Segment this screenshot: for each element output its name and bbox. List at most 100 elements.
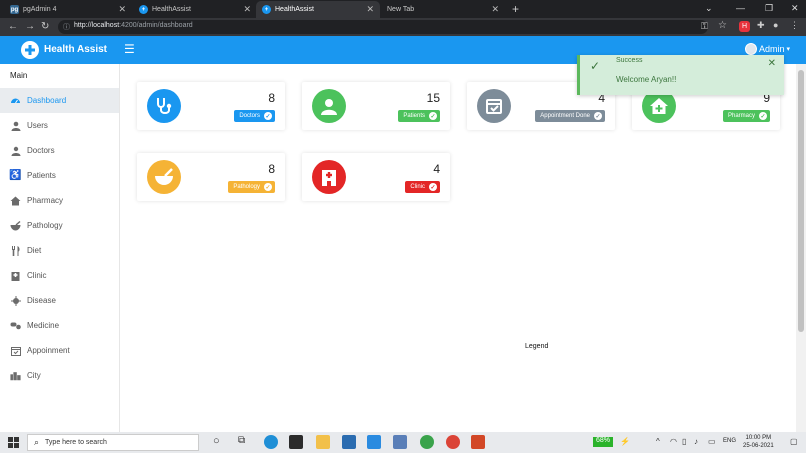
- forward-icon[interactable]: →: [25, 21, 35, 32]
- mortar-icon: [147, 160, 181, 194]
- sidebar-item-label: City: [27, 371, 41, 380]
- address-bar: ← → ↻ ⓘ http://localhost:4200/admin/dash…: [0, 18, 806, 36]
- pharmacy-badge[interactable]: Pharmacy ✓: [722, 110, 770, 122]
- url-input[interactable]: ⓘ http://localhost:4200/admin/dashboard …: [58, 20, 708, 34]
- tab-healthassist-1[interactable]: + HealthAssist ✕: [133, 1, 257, 18]
- check-circle-icon: ✓: [264, 112, 272, 120]
- virus-icon: [10, 295, 21, 306]
- tab-healthassist-active[interactable]: + HealthAssist ✕: [256, 1, 380, 18]
- sidebar-item-clinic[interactable]: Clinic: [0, 263, 119, 288]
- sidebar-item-city[interactable]: City: [0, 363, 119, 388]
- reload-icon[interactable]: ↻: [41, 21, 49, 32]
- globe-icon: +: [139, 5, 148, 14]
- key-icon[interactable]: ⚿: [701, 21, 708, 32]
- profile-icon[interactable]: ●: [773, 20, 778, 30]
- close-icon[interactable]: ✕: [366, 4, 374, 15]
- tab-label: New Tab: [387, 6, 415, 13]
- stat-card-patients[interactable]: 15 Patients ✓: [302, 82, 450, 130]
- system-clock[interactable]: 10:00 PM 25-06-2021: [743, 434, 774, 450]
- new-tab-icon[interactable]: +: [512, 2, 519, 16]
- search-icon: ⌕: [34, 437, 40, 447]
- person-icon: [312, 89, 346, 123]
- volume-icon[interactable]: ♪: [694, 437, 698, 446]
- sidebar-item-patients[interactable]: ♿ Patients: [0, 163, 119, 188]
- clinic-badge[interactable]: Clinic ✓: [405, 181, 440, 193]
- pills-icon: [10, 320, 21, 331]
- pgadmin-icon: pg: [10, 5, 19, 14]
- puzzle-icon[interactable]: ✚: [757, 20, 765, 31]
- pathology-badge[interactable]: Pathology ✓: [228, 181, 275, 193]
- stat-card-pathology[interactable]: 8 Pathology ✓: [137, 153, 285, 201]
- sidebar-item-users[interactable]: Users: [0, 113, 119, 138]
- sidebar-item-pharmacy[interactable]: Pharmacy: [0, 188, 119, 213]
- admin-user-menu[interactable]: Admin ▾: [745, 43, 790, 55]
- minimize-icon[interactable]: —: [736, 3, 745, 13]
- calendar-check-icon: [10, 345, 21, 356]
- search-placeholder: Type here to search: [45, 439, 107, 446]
- appointment-badge[interactable]: Appointment Done ✓: [535, 110, 605, 122]
- task-view-icon[interactable]: ⧉: [238, 435, 245, 446]
- sidebar-item-diet[interactable]: Diet: [0, 238, 119, 263]
- chrome-icon[interactable]: [446, 435, 460, 449]
- chevron-up-icon[interactable]: ^: [656, 437, 660, 446]
- tab-label: pgAdmin 4: [23, 6, 57, 13]
- edge-icon[interactable]: [264, 435, 278, 449]
- tab-label: HealthAssist: [275, 6, 314, 13]
- doctors-badge[interactable]: Doctors ✓: [234, 110, 275, 122]
- cortana-icon[interactable]: ○: [213, 435, 220, 447]
- keyboard-icon[interactable]: ▭: [708, 437, 716, 446]
- close-icon[interactable]: ✕: [768, 58, 776, 69]
- sidebar-item-appoinment[interactable]: Appoinment: [0, 338, 119, 363]
- success-toast[interactable]: ✓ Success Welcome Aryan!! ✕: [577, 55, 784, 95]
- tab-label: HealthAssist: [152, 6, 191, 13]
- windows-start-icon[interactable]: [8, 437, 19, 448]
- hospital-icon: [312, 160, 346, 194]
- bookmark-star-icon[interactable]: ☆: [718, 20, 727, 31]
- extension-icon[interactable]: H: [739, 21, 750, 32]
- page-scrollbar[interactable]: [796, 64, 806, 432]
- store-icon[interactable]: [289, 435, 303, 449]
- sidebar-item-label: Doctors: [27, 146, 55, 155]
- hamburger-menu-icon[interactable]: ☰: [124, 42, 135, 56]
- tab-search-icon[interactable]: ⌄: [705, 3, 713, 14]
- sidebar-section-title: Main: [10, 71, 28, 80]
- file-explorer-icon[interactable]: [316, 435, 330, 449]
- patients-badge[interactable]: Patients ✓: [398, 110, 440, 122]
- sidebar-item-medicine[interactable]: Medicine: [0, 313, 119, 338]
- mongodb-compass-icon[interactable]: [420, 435, 434, 449]
- info-icon[interactable]: ⓘ: [63, 22, 70, 32]
- notification-icon[interactable]: ▢: [790, 437, 798, 446]
- back-icon[interactable]: ←: [8, 21, 18, 32]
- stat-card-clinic[interactable]: 4 Clinic ✓: [302, 153, 450, 201]
- mail-icon[interactable]: [342, 435, 356, 449]
- tab-new-tab[interactable]: New Tab ✕: [381, 1, 505, 18]
- brand-title[interactable]: Health Assist: [44, 44, 107, 55]
- close-icon[interactable]: ✕: [491, 4, 499, 15]
- restore-icon[interactable]: ❐: [765, 3, 773, 14]
- sidebar-item-pathology[interactable]: Pathology: [0, 213, 119, 238]
- wifi-icon[interactable]: ◠: [670, 437, 677, 446]
- stat-card-doctors[interactable]: 8 Doctors ✓: [137, 82, 285, 130]
- logo-icon[interactable]: [21, 41, 39, 59]
- check-circle-icon: ✓: [429, 183, 437, 191]
- battery-indicator[interactable]: 68%: [593, 437, 614, 447]
- kebab-menu-icon[interactable]: ⋮: [790, 20, 799, 31]
- tab-pgadmin[interactable]: pg pgAdmin 4 ✕: [4, 1, 132, 18]
- close-icon[interactable]: ✕: [243, 4, 251, 15]
- network-icon[interactable]: ▯: [682, 437, 686, 446]
- toast-message: Welcome Aryan!!: [616, 75, 677, 84]
- window-close-icon[interactable]: ✕: [791, 3, 799, 14]
- close-icon[interactable]: ✕: [118, 4, 126, 15]
- powerpoint-icon[interactable]: [471, 435, 485, 449]
- sidebar-item-disease[interactable]: Disease: [0, 288, 119, 313]
- taskbar-search-input[interactable]: ⌕ Type here to search: [27, 434, 199, 451]
- sidebar-item-dashboard[interactable]: Dashboard: [0, 88, 119, 113]
- sidebar-item-doctors[interactable]: Doctors: [0, 138, 119, 163]
- scrollbar-thumb[interactable]: [798, 70, 804, 332]
- bolt-icon: ⚡: [620, 437, 630, 446]
- vscode-icon[interactable]: [367, 435, 381, 449]
- sidebar-item-label: Appoinment: [27, 346, 70, 355]
- badge-label: Appointment Done: [540, 113, 590, 119]
- app-icon[interactable]: [393, 435, 407, 449]
- language-indicator[interactable]: ENG: [723, 438, 736, 444]
